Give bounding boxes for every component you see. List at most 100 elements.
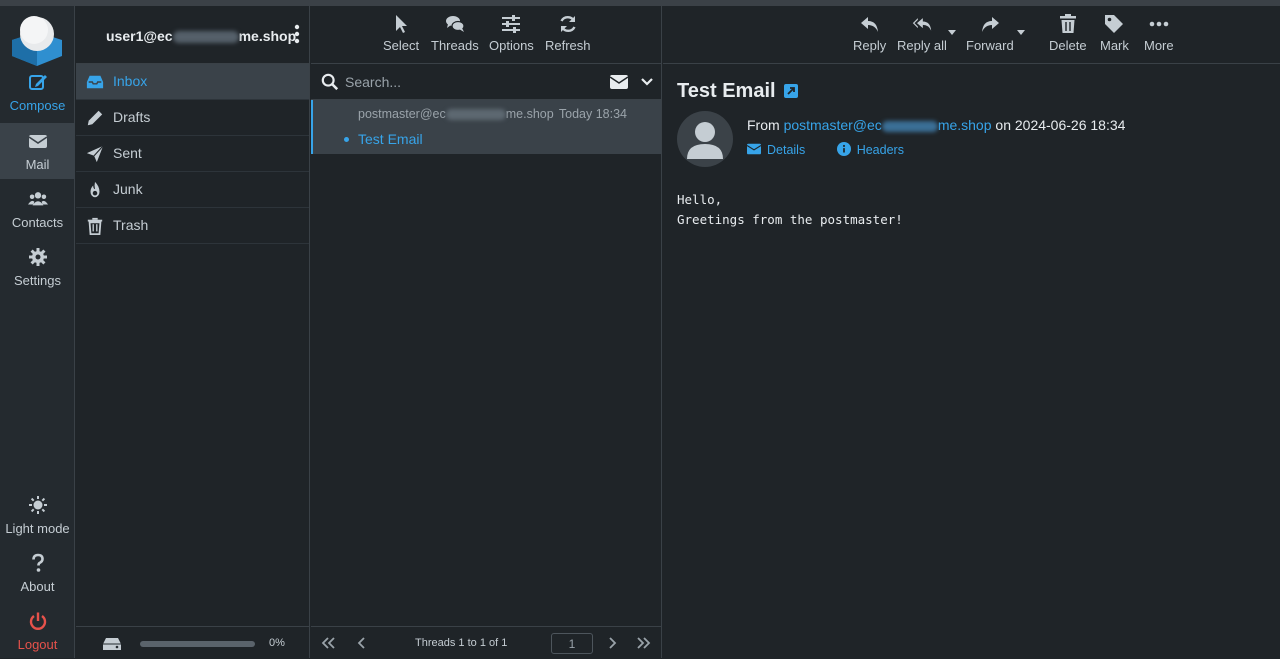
forward-dropdown-caret[interactable] — [1017, 30, 1025, 35]
message-subject: Test Email — [358, 131, 423, 147]
header-links: Details Headers — [746, 142, 904, 157]
page-number-input[interactable] — [551, 633, 593, 654]
trash-icon — [87, 217, 103, 235]
sender-address-suffix: me.shop — [937, 117, 992, 133]
reply-button[interactable]: Reply — [853, 14, 886, 53]
kebab-menu-icon[interactable] — [293, 24, 301, 44]
trash-icon — [1059, 14, 1076, 33]
message-list-pane: Select Threads Options Refresh postmaste… — [311, 6, 662, 658]
light-mode-button[interactable]: Light mode — [0, 487, 75, 543]
mark-button[interactable]: Mark — [1100, 14, 1129, 53]
about-button[interactable]: About — [0, 545, 75, 601]
folder-sent[interactable]: Sent — [76, 136, 309, 172]
sender-address-link[interactable]: postmaster@ec me.shop — [784, 117, 992, 133]
redacted-text — [445, 109, 506, 121]
forward-icon — [981, 17, 999, 32]
headers-label: Headers — [856, 143, 904, 157]
quota-percent: 0% — [269, 637, 285, 649]
options-button[interactable]: Options — [489, 14, 534, 53]
quota-display: 0% — [76, 626, 310, 658]
reply-all-label: Reply all — [897, 38, 947, 53]
search-bar — [311, 64, 661, 100]
forward-button[interactable]: Forward — [966, 14, 1014, 53]
inbox-icon — [86, 75, 104, 89]
threads-button[interactable]: Threads — [431, 14, 479, 53]
folder-label: Drafts — [113, 109, 151, 125]
message-date-text: on 2024-06-26 18:34 — [995, 117, 1126, 133]
open-in-new-window-icon[interactable] — [784, 84, 798, 98]
mail-button[interactable]: Mail — [0, 123, 75, 179]
contacts-icon — [27, 192, 48, 206]
more-button[interactable]: More — [1144, 14, 1174, 53]
select-button[interactable]: Select — [383, 14, 419, 53]
reply-all-dropdown-caret[interactable] — [948, 30, 956, 35]
delete-button[interactable]: Delete — [1049, 14, 1087, 53]
about-label: About — [20, 579, 55, 594]
fire-icon — [90, 181, 100, 198]
account-name: user1@ec me.shop — [106, 28, 296, 44]
details-label: Details — [767, 143, 806, 157]
folder-trash[interactable]: Trash — [76, 208, 309, 244]
list-pager: Threads 1 to 1 of 1 — [311, 626, 661, 658]
chevron-down-icon[interactable] — [641, 76, 653, 88]
compose-button[interactable]: Compose — [0, 64, 75, 120]
ellipsis-icon — [1149, 21, 1169, 27]
logout-label: Logout — [17, 637, 58, 652]
sender-line: From postmaster@ec me.shop on 2024-06-26 … — [747, 117, 1125, 133]
search-input[interactable] — [345, 71, 605, 93]
sender-suffix: me.shop — [505, 107, 554, 121]
reply-all-icon — [912, 18, 932, 31]
roundcube-logo[interactable] — [10, 12, 64, 66]
taskmenu: Compose Mail Contacts Settings Light mod… — [0, 6, 75, 658]
folder-label: Inbox — [113, 73, 148, 89]
compose-icon — [28, 75, 47, 90]
sender-prefix: postmaster@ec — [358, 107, 446, 121]
comments-icon — [445, 16, 465, 32]
message-toolbar: Reply Reply all Forward Delete Mark More — [663, 6, 1280, 64]
redacted-text — [172, 31, 239, 44]
sun-icon — [28, 496, 47, 514]
logout-button[interactable]: Logout — [0, 603, 75, 659]
redacted-text — [881, 120, 938, 132]
headers-link[interactable]: Headers — [836, 142, 904, 157]
light-mode-label: Light mode — [5, 521, 70, 536]
delete-label: Delete — [1049, 38, 1087, 53]
account-name-prefix: user1@ec — [106, 28, 173, 44]
tag-icon — [1105, 15, 1124, 33]
search-icon — [321, 73, 339, 91]
user-icon — [687, 122, 723, 159]
settings-button[interactable]: Settings — [0, 239, 75, 295]
folder-junk[interactable]: Junk — [76, 172, 309, 208]
paper-plane-icon — [86, 145, 104, 163]
contacts-button[interactable]: Contacts — [0, 181, 75, 237]
first-page-icon[interactable] — [321, 637, 335, 649]
options-label: Options — [489, 38, 534, 53]
refresh-label: Refresh — [545, 38, 591, 53]
folder-drafts[interactable]: Drafts — [76, 100, 309, 136]
quota-bar — [140, 641, 255, 647]
pencil-icon — [87, 110, 103, 126]
reply-all-button[interactable]: Reply all — [897, 14, 947, 53]
from-label: From — [747, 117, 780, 133]
reply-icon — [860, 17, 878, 32]
folder-inbox[interactable]: Inbox — [76, 64, 309, 100]
message-sender: postmaster@ec me.shop — [358, 107, 554, 121]
message-content-pane: Reply Reply all Forward Delete Mark More… — [663, 6, 1280, 658]
folder-label: Junk — [113, 181, 143, 197]
next-page-icon[interactable] — [605, 637, 619, 649]
pointer-icon — [396, 15, 408, 33]
message-row[interactable]: postmaster@ec me.shop Today 18:34 Test Em… — [311, 100, 661, 154]
details-link[interactable]: Details — [746, 143, 806, 157]
gear-icon — [28, 248, 47, 266]
message-subject-heading: Test Email — [677, 80, 776, 102]
search-scope-envelope-icon[interactable] — [610, 75, 628, 89]
refresh-button[interactable]: Refresh — [545, 14, 591, 53]
question-icon — [31, 553, 44, 572]
thread-count: Threads 1 to 1 of 1 — [415, 637, 508, 649]
sender-avatar — [677, 111, 733, 167]
hard-drive-icon — [103, 638, 121, 650]
last-page-icon[interactable] — [637, 637, 651, 649]
envelope-icon — [28, 135, 47, 148]
previous-page-icon[interactable] — [355, 637, 369, 649]
sliders-icon — [502, 15, 521, 33]
